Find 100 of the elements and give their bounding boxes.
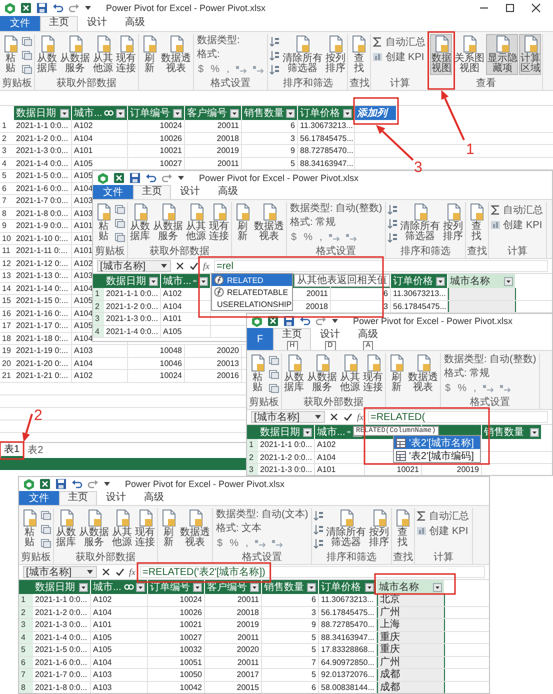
ribbon-button[interactable]: 清除所有筛选器 xyxy=(281,34,324,75)
ribbon-button[interactable]: 从其他源 xyxy=(185,202,207,243)
column-header[interactable]: 城市... xyxy=(161,274,211,288)
ribbon-button[interactable]: 查找 xyxy=(349,34,368,75)
format-button[interactable]: , xyxy=(225,64,230,74)
column-header[interactable]: 城市... xyxy=(91,580,148,594)
column-header[interactable]: 客户编号 xyxy=(185,106,242,120)
ribbon-button[interactable]: 清除所有筛选器 xyxy=(399,202,442,243)
column-header[interactable]: 销售数量 xyxy=(242,106,298,120)
column-header[interactable]: 销售数量 xyxy=(262,580,319,594)
name-box[interactable]: [城市名称] xyxy=(251,411,325,423)
filter-button[interactable] xyxy=(199,276,208,286)
column-header[interactable]: 订单价格 xyxy=(319,580,377,594)
ribbon-button[interactable]: 自动汇总 xyxy=(372,36,428,48)
ribbon-button[interactable]: 按列排序 xyxy=(324,34,346,75)
formula-field[interactable]: =RELATED( xyxy=(368,411,548,423)
ribbon-button[interactable]: 查找 xyxy=(393,508,412,549)
column-header[interactable]: 订单编号 xyxy=(128,106,185,120)
filter-button[interactable] xyxy=(307,582,316,592)
sheet-tab[interactable]: 表2 xyxy=(24,444,46,457)
autocomplete-item[interactable]: '表2'[城市编码] xyxy=(394,449,480,462)
format-button[interactable]: % xyxy=(456,382,468,394)
ribbon-button[interactable]: 刷新 xyxy=(140,34,159,75)
name-box[interactable]: [城市名称] xyxy=(23,566,97,578)
format-dropdown[interactable]: 数据类型: 自动(文本) xyxy=(216,509,308,520)
ribbon-button[interactable]: 清除所有筛选器 xyxy=(325,508,368,549)
format-button[interactable]: % xyxy=(228,538,240,548)
column-header[interactable]: 数据日期 xyxy=(104,274,161,288)
ribbon-button[interactable]: 创建 KPI xyxy=(490,219,546,231)
ribbon-button[interactable]: 从数据库 xyxy=(36,34,58,75)
ribbon-tab[interactable]: 高级 xyxy=(135,491,173,505)
filter-button[interactable] xyxy=(504,276,513,286)
format-button[interactable]: , xyxy=(472,382,478,394)
ribbon-button[interactable]: 从数据库 xyxy=(129,202,151,243)
ribbon-button[interactable]: 数据透视表 xyxy=(253,202,285,243)
filter-button[interactable] xyxy=(433,582,442,592)
format-button[interactable]: $ xyxy=(290,232,298,242)
ribbon-button[interactable]: 数据透视表 xyxy=(160,34,192,75)
filter-button[interactable] xyxy=(303,428,312,436)
format-dropdown[interactable]: 格式: 常规 xyxy=(290,217,382,228)
ribbon-button[interactable]: 从其他源 xyxy=(339,353,361,394)
filter-button[interactable] xyxy=(60,108,69,118)
ribbon-button[interactable]: 刷新 xyxy=(233,202,252,243)
ribbon-button[interactable]: 现有连接 xyxy=(134,508,156,549)
format-button[interactable]: $ xyxy=(444,382,452,394)
file-tab[interactable]: 文件 xyxy=(93,185,133,199)
ribbon-button[interactable]: 从其他源 xyxy=(92,34,114,75)
ribbon-button[interactable]: 自动汇总 xyxy=(416,510,472,522)
ribbon-button[interactable]: 计算区域 xyxy=(519,34,542,75)
ribbon-button[interactable]: 从数据服务 xyxy=(78,508,110,549)
column-header[interactable]: 数据日期 xyxy=(14,106,72,120)
filter-button[interactable] xyxy=(230,108,239,118)
ribbon-button[interactable]: 创建 KPI xyxy=(372,51,428,63)
column-header[interactable]: 添加列 xyxy=(355,106,397,120)
ribbon-button[interactable]: 数据透视表 xyxy=(179,508,211,549)
column-header[interactable]: 数据日期 xyxy=(33,580,91,594)
filter-button[interactable] xyxy=(250,582,259,592)
filter-button[interactable] xyxy=(436,276,445,286)
format-button[interactable]: % xyxy=(302,232,314,242)
format-button[interactable]: $ xyxy=(197,64,205,74)
ribbon-button[interactable]: 从其他源 xyxy=(111,508,133,549)
filter-button[interactable] xyxy=(116,108,125,118)
ribbon-tab[interactable]: 主页 xyxy=(133,185,171,199)
column-header[interactable]: 城市名称 xyxy=(377,580,445,594)
format-button[interactable]: $ xyxy=(216,538,224,548)
ribbon-button[interactable]: 显示隐藏项 xyxy=(486,34,518,75)
column-header[interactable]: 订单价格 xyxy=(298,106,355,120)
filter-button[interactable] xyxy=(343,108,352,118)
ribbon-button[interactable]: 刷新 xyxy=(387,353,406,394)
name-box[interactable]: [城市名称] xyxy=(97,260,171,272)
ribbon-tab[interactable]: 设计 xyxy=(97,491,135,505)
file-tab[interactable]: F xyxy=(247,328,274,350)
format-dropdown[interactable]: 数据类型: 自动(整数) xyxy=(290,203,382,214)
ribbon-button[interactable]: 按列排序 xyxy=(442,202,464,243)
ribbon-button[interactable]: 现有连接 xyxy=(208,202,230,243)
ribbon-button[interactable]: 数据透视表 xyxy=(407,353,439,394)
format-button[interactable]: % xyxy=(210,64,220,74)
ribbon-button[interactable]: 现有连接 xyxy=(115,34,137,75)
formula-field[interactable]: =rel xyxy=(214,260,548,272)
filter-button[interactable] xyxy=(193,582,202,592)
ribbon-button[interactable]: 现有连接 xyxy=(362,353,384,394)
format-dropdown[interactable]: 格式: 文本 xyxy=(216,523,308,534)
filter-button[interactable] xyxy=(286,108,295,118)
format-button[interactable]: , xyxy=(244,538,250,548)
ribbon-button[interactable]: 从数据服务 xyxy=(306,353,338,394)
autocomplete-item[interactable]: '表2'[城市名称] xyxy=(394,436,480,449)
filter-button[interactable] xyxy=(149,276,158,286)
ribbon-tab[interactable]: 高级 xyxy=(116,16,154,31)
ribbon-tab[interactable]: 设计 xyxy=(171,185,209,199)
format-button[interactable]: , xyxy=(318,232,324,242)
column-header[interactable]: 数据日期 xyxy=(258,425,315,439)
ribbon-button[interactable]: 数据视图 xyxy=(430,34,452,75)
ribbon-button[interactable]: 按列排序 xyxy=(368,508,390,549)
column-header[interactable]: 城市名称 xyxy=(448,274,516,288)
ribbon-button[interactable]: 关系图视图 xyxy=(453,34,486,75)
filter-button[interactable] xyxy=(173,108,182,118)
filter-button[interactable] xyxy=(530,428,539,436)
column-header[interactable]: 订单价格 xyxy=(391,274,448,288)
ribbon-button[interactable]: 从数据库 xyxy=(283,353,305,394)
ribbon-tab[interactable]: 主页 xyxy=(40,16,78,31)
